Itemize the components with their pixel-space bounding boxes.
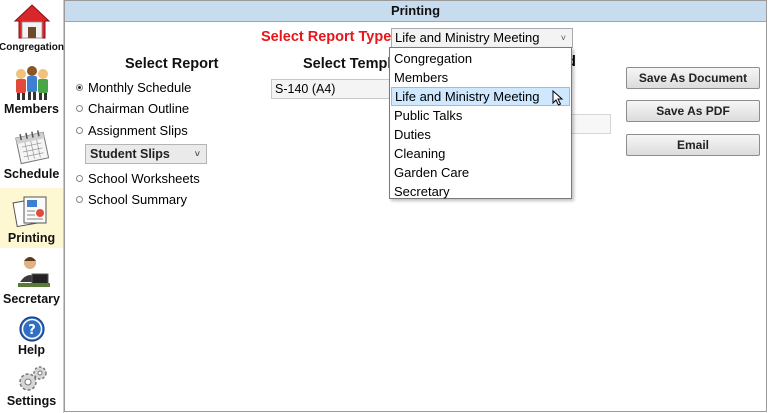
documents-icon <box>11 196 46 228</box>
radio-chairman-outline[interactable]: Chairman Outline <box>76 101 189 116</box>
dropdown-item-congregation[interactable]: Congregation <box>391 49 570 68</box>
template-value: S-140 (A4) <box>275 82 336 96</box>
radio-label: Chairman Outline <box>88 101 190 116</box>
nav-settings[interactable]: Settings <box>0 364 63 412</box>
slips-value: Student Slips <box>90 147 170 161</box>
nav-label-settings: Settings <box>6 394 57 408</box>
save-as-pdf-button[interactable]: Save As PDF <box>626 100 760 122</box>
radio-school-worksheets[interactable]: School Worksheets <box>76 171 200 186</box>
report-type-dropdown-list: Congregation Members Life and Ministry M… <box>389 47 572 199</box>
dropdown-item-duties[interactable]: Duties <box>391 125 570 144</box>
nav-help[interactable]: ? Help <box>0 315 63 361</box>
radio-label: Monthly Schedule <box>88 80 192 95</box>
chevron-down-icon: ˅ <box>194 149 200 159</box>
radio-label: Assignment Slips <box>88 123 188 138</box>
house-icon <box>13 4 50 39</box>
radio-icon <box>76 196 83 203</box>
nav-congregation[interactable]: Congregation <box>0 2 64 58</box>
radio-checked-icon <box>76 84 83 91</box>
gears-icon <box>18 366 47 391</box>
page-title: Printing <box>65 1 766 22</box>
radio-label: School Worksheets <box>88 171 200 186</box>
dropdown-item-members[interactable]: Members <box>391 68 570 87</box>
help-icon: ? <box>18 316 45 342</box>
radio-icon <box>76 105 83 112</box>
email-button[interactable]: Email <box>626 134 760 156</box>
svg-text:?: ? <box>28 323 36 338</box>
radio-monthly-schedule[interactable]: Monthly Schedule <box>76 80 191 95</box>
nav-label-congregation: Congregation <box>0 42 64 53</box>
select-template-title: Select Templa <box>303 56 400 72</box>
dropdown-item-life-and-ministry[interactable]: Life and Ministry Meeting <box>391 87 570 106</box>
template-select[interactable]: S-140 (A4) <box>271 79 391 99</box>
dropdown-item-cleaning[interactable]: Cleaning <box>391 144 570 163</box>
report-type-value: Life and Ministry Meeting <box>395 30 540 45</box>
dropdown-item-garden-care[interactable]: Garden Care <box>391 163 570 182</box>
radio-assignment-slips[interactable]: Assignment Slips <box>76 123 188 138</box>
nav-schedule[interactable]: Schedule <box>0 127 63 183</box>
calendar-icon <box>14 130 49 165</box>
radio-icon <box>76 127 83 134</box>
secretary-icon <box>17 257 50 287</box>
radio-school-summary[interactable]: School Summary <box>76 192 187 207</box>
nav-label-schedule: Schedule <box>3 167 60 181</box>
nav-secretary[interactable]: Secretary <box>0 252 63 308</box>
select-report-title: Select Report <box>125 56 219 72</box>
nav-label-members: Members <box>4 102 59 116</box>
nav-label-help: Help <box>17 343 46 357</box>
report-type-select[interactable]: Life and Ministry Meeting ˅ <box>391 28 573 48</box>
report-type-label: Select Report Type <box>261 29 392 45</box>
nav-members[interactable]: Members <box>0 62 63 120</box>
nav-label-printing: Printing <box>7 231 56 245</box>
save-as-document-button[interactable]: Save As Document <box>626 67 760 89</box>
dropdown-item-secretary[interactable]: Secretary <box>391 182 570 201</box>
sidebar: Congregation Members Schedule Printing S… <box>0 0 64 413</box>
people-icon <box>15 66 48 100</box>
dropdown-item-public-talks[interactable]: Public Talks <box>391 106 570 125</box>
mouse-cursor-icon <box>552 90 564 106</box>
radio-icon <box>76 175 83 182</box>
radio-label: School Summary <box>88 192 187 207</box>
nav-label-secretary: Secretary <box>3 292 60 306</box>
nav-printing[interactable]: Printing <box>0 188 63 248</box>
chevron-down-icon: ˅ <box>560 33 566 43</box>
slips-select[interactable]: Student Slips ˅ <box>85 144 207 164</box>
